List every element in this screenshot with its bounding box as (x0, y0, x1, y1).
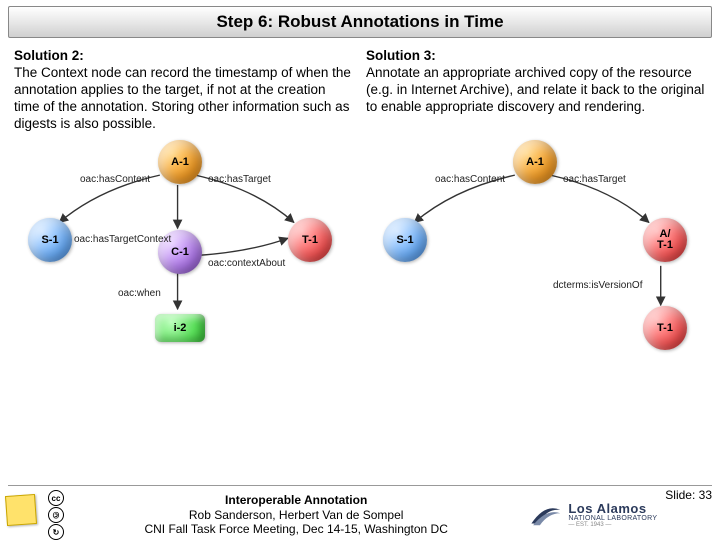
solution-3-heading: Solution 3: (366, 48, 706, 65)
node-a1: A-1 (158, 140, 202, 184)
edge-when: oac:when (118, 288, 161, 299)
edge-has-content: oac:hasContent (80, 174, 150, 185)
diagram-row: A-1 S-1 T-1 C-1 i-2 oac:hasContent oac:h… (0, 132, 720, 368)
solution-3-body: Annotate an appropriate archived copy of… (366, 65, 704, 114)
lanl-logo: Los Alamos NATIONAL LABORATORY — EST. 19… (528, 498, 657, 532)
node-a1-r: A-1 (513, 140, 557, 184)
sticky-note-icon (6, 495, 46, 535)
node-s1: S-1 (28, 218, 72, 262)
solution-2-heading: Solution 2: (14, 48, 354, 65)
by-icon: 🄯 (48, 507, 64, 523)
text-columns: Solution 2: The Context node can record … (0, 38, 720, 132)
node-at1: A/ T-1 (643, 218, 687, 262)
cc-icon: cc (48, 490, 64, 506)
solution-3: Solution 3: Annotate an appropriate arch… (366, 48, 706, 132)
footer-text: Interoperable Annotation Rob Sanderson, … (64, 493, 528, 536)
edge-has-target-context: oac:hasTargetContext (74, 234, 171, 245)
edge-has-target-r: oac:hasTarget (563, 174, 626, 185)
lanl-name: Los Alamos (568, 502, 657, 515)
node-t1: T-1 (288, 218, 332, 262)
lanl-subtitle: NATIONAL LABORATORY (568, 515, 657, 522)
edge-has-target: oac:hasTarget (208, 174, 271, 185)
lanl-text: Los Alamos NATIONAL LABORATORY — EST. 19… (568, 502, 657, 528)
diagram-right: A-1 S-1 A/ T-1 T-1 oac:hasContent oac:ha… (365, 138, 710, 368)
cc-license-icons: cc 🄯 ↻ (48, 490, 64, 540)
solution-2: Solution 2: The Context node can record … (14, 48, 354, 132)
node-t1-r: T-1 (643, 306, 687, 350)
slide-title: Step 6: Robust Annotations in Time (8, 6, 712, 38)
solution-2-body: The Context node can record the timestam… (14, 65, 351, 131)
footer: cc 🄯 ↻ Interoperable Annotation Rob Sand… (8, 485, 712, 540)
footer-title: Interoperable Annotation (64, 493, 528, 507)
lanl-swoosh-icon (528, 498, 562, 532)
node-s1-r: S-1 (383, 218, 427, 262)
footer-authors: Rob Sanderson, Herbert Van de Sompel (64, 508, 528, 522)
footer-venue: CNI Fall Task Force Meeting, Dec 14-15, … (64, 522, 528, 536)
lanl-est: — EST. 1943 — (568, 522, 657, 528)
node-i2: i-2 (155, 314, 205, 342)
edge-is-version-of: dcterms:isVersionOf (553, 280, 642, 291)
slide-number: Slide: 33 (665, 488, 712, 502)
diagram-left: A-1 S-1 T-1 C-1 i-2 oac:hasContent oac:h… (10, 138, 355, 368)
edge-has-content-r: oac:hasContent (435, 174, 505, 185)
edge-context-about: oac:contextAbout (208, 258, 285, 269)
sa-icon: ↻ (48, 524, 64, 540)
